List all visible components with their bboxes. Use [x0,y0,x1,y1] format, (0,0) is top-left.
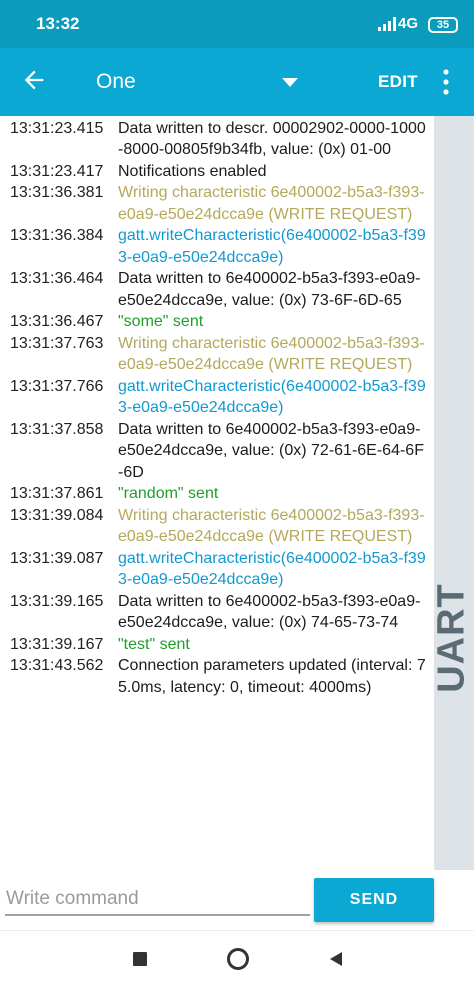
uart-side-tab[interactable]: UART [430,116,474,870]
recents-square-icon[interactable] [130,949,150,969]
log-message: Writing characteristic 6e400002-b5a3-f39… [118,184,425,223]
log-entry: 13:31:23.415 Data written to descr. 00002… [0,118,434,161]
log-list: 5000ms)13:31:23.415Data written to descr… [0,116,434,698]
log-timestamp: 13:31:36.384 [10,227,104,244]
log-message: Data written to 6e400002-b5a3-f393-e0a9-… [118,592,421,632]
log-entry: 13:31:43.562 Connection parameters update… [0,655,434,698]
command-input[interactable] [5,884,310,916]
log-timestamp: 13:31:37.763 [10,334,104,352]
log-panel[interactable]: 5000ms)13:31:23.415Data written to descr… [0,116,434,870]
log-timestamp: 13:31:23.417 [10,162,104,180]
status-bar: 13:32 4G 35 [0,0,474,48]
log-timestamp: 13:31:36.381 [10,184,104,201]
log-entry: 13:31:39.087 gatt.writeCharacteristic(6e4… [0,548,434,591]
log-message: gatt.writeCharacteristic(6e400002-b5a3-f… [118,227,426,266]
log-entry: 13:31:36.384 gatt.writeCharacteristic(6e4… [0,225,434,268]
log-timestamp: 13:31:39.087 [10,549,104,567]
log-timestamp: 13:31:36.467 [10,313,104,330]
log-message: "some" sent [118,313,204,330]
log-message: Data written to 6e400002-b5a3-f393-e0a9-… [118,420,424,481]
status-time: 13:32 [36,14,80,33]
log-message: gatt.writeCharacteristic(6e400002-b5a3-f… [118,377,426,417]
log-message: "random" sent [118,485,219,502]
log-message: Data written to descr. 00002902-0000-100… [118,119,426,159]
log-timestamp: 13:31:39.084 [10,506,104,524]
log-message: Data written to 6e400002-b5a3-f393-e0a9-… [118,270,421,309]
log-entry: 13:31:36.464 Data written to 6e400002-b5a… [0,268,434,311]
dropdown-arrow-icon[interactable] [282,76,298,88]
log-timestamp: 13:31:37.858 [10,420,104,438]
log-timestamp: 13:31:37.861 [10,485,104,502]
app-bar: One EDIT [0,48,474,116]
uart-tab-label: UART [430,583,473,693]
log-entry: 13:31:37.861 "random" sent [0,483,434,505]
signal-icon [378,17,396,31]
log-entry: 13:31:39.165 Data written to 6e400002-b5a… [0,591,434,634]
battery-icon: 35 [428,17,458,33]
more-options-icon[interactable] [438,68,454,96]
log-entry: 13:31:36.467 "some" sent [0,311,434,333]
log-timestamp: 13:31:36.464 [10,270,104,287]
log-timestamp: 13:31:39.165 [10,592,104,610]
log-message: Writing characteristic 6e400002-b5a3-f39… [118,334,425,374]
system-nav-bar [0,930,474,986]
edit-button[interactable]: EDIT [378,72,418,92]
log-timestamp: 13:31:39.167 [10,635,104,653]
log-message: Notifications enabled [118,162,267,180]
log-timestamp: 13:31:23.415 [10,119,104,137]
log-entry: 13:31:37.766 gatt.writeCharacteristic(6e4… [0,376,434,419]
device-selector-title[interactable]: One [96,70,136,94]
log-message: "test" sent [118,635,190,653]
log-message: Connection parameters updated (interval:… [118,657,426,696]
back-arrow-icon[interactable] [20,66,48,94]
log-entry: 13:31:39.084 Writing characteristic 6e400… [0,505,434,548]
command-bar: SEND [0,870,474,930]
home-circle-icon[interactable] [226,947,250,971]
log-entry: 13:31:36.381 Writing characteristic 6e400… [0,182,434,225]
log-message: Writing characteristic 6e400002-b5a3-f39… [118,506,425,546]
log-message: gatt.writeCharacteristic(6e400002-b5a3-f… [118,549,426,589]
log-entry: 13:31:37.763 Writing characteristic 6e400… [0,333,434,376]
log-timestamp: 13:31:43.562 [10,657,104,674]
log-entry: 13:31:39.167 "test" sent [0,634,434,656]
network-type: 4G [398,15,419,32]
back-triangle-icon[interactable] [326,949,346,969]
log-timestamp: 13:31:37.766 [10,377,104,395]
log-entry: 13:31:37.858 Data written to 6e400002-b5a… [0,419,434,484]
log-entry: 13:31:23.417 Notifications enabled [0,161,434,183]
send-button[interactable]: SEND [314,878,434,922]
